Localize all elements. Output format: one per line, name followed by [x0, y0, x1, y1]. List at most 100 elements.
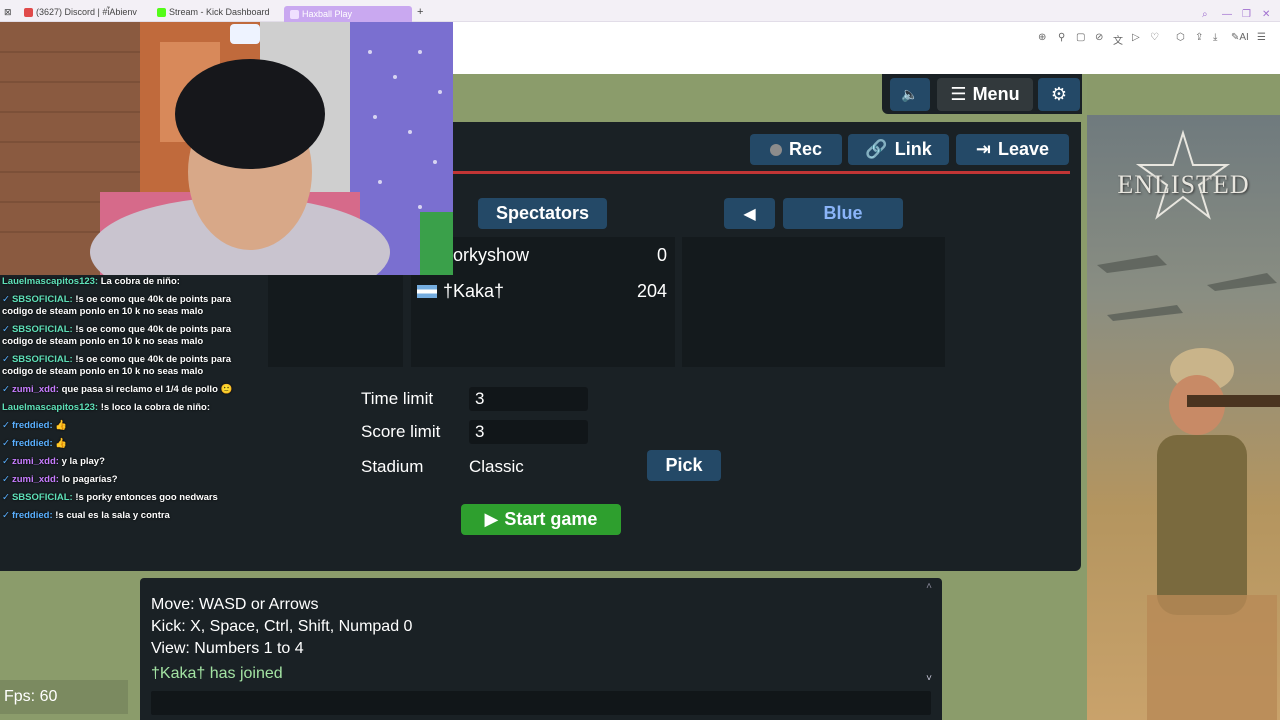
enlisted-advertisement[interactable]: ENLISTED: [1087, 115, 1280, 720]
console-line: Kick: X, Space, Ctrl, Shift, Numpad 0: [151, 618, 413, 635]
player-score: 204: [636, 281, 667, 301]
leave-label: Leave: [998, 139, 1050, 159]
ai-icon[interactable]: ✎AI: [1231, 32, 1249, 43]
link-label: Link: [894, 139, 932, 159]
stadium-label: Stadium: [361, 457, 424, 476]
link-icon: 🔗: [865, 139, 888, 159]
red-divider: [453, 171, 1070, 174]
player-name[interactable]: orkyshow: [453, 245, 529, 266]
blue-team-list: [682, 237, 945, 367]
blue-team-header-button[interactable]: Blue: [783, 198, 903, 229]
time-limit-label: Time limit: [361, 389, 434, 408]
chat-message: Lauelmascapitos123: La cobra de niño:: [2, 276, 262, 288]
play-icon: ▶: [484, 509, 499, 529]
new-tab-button[interactable]: +: [417, 4, 423, 20]
haxball-icon: [290, 9, 299, 19]
speaker-icon: 🔈: [901, 86, 919, 102]
chat-text: 👍: [55, 438, 68, 449]
chat-text: lo pagarías?: [61, 474, 118, 485]
chat-user: freddied:: [11, 438, 53, 449]
window-menu-icon[interactable]: ⊠: [4, 4, 12, 20]
chat-user: SBSOFICIAL:: [11, 294, 73, 305]
chat-text: que pasa si reclamo el 1/4 de pollo 🙂: [61, 384, 233, 395]
player-name: †Kaka†: [443, 281, 505, 301]
verified-icon: ✓: [2, 456, 10, 467]
sound-button[interactable]: 🔈: [890, 78, 930, 111]
fps-counter: Fps: 60: [0, 680, 128, 714]
chat-message: Lauelmascapitos123: !s loco la cobra de …: [2, 402, 262, 414]
minimize-icon[interactable]: —: [1222, 9, 1232, 20]
scroll-down-icon[interactable]: ˅: [926, 673, 932, 684]
maximize-icon[interactable]: ❐: [1242, 9, 1251, 20]
verified-icon: ✓: [2, 474, 10, 485]
heart-icon[interactable]: ♡: [1150, 32, 1159, 43]
chat-user: SBSOFICIAL:: [11, 354, 73, 365]
play-icon[interactable]: ▷: [1132, 32, 1140, 43]
chat-text: !s cual es la sala y contra: [55, 510, 170, 521]
score-limit-label: Score limit: [361, 422, 441, 441]
tab-discord[interactable]: (3627) Discord | #ἶAbienv: [24, 4, 137, 20]
chat-text: !s porky entonces goo nedwars: [75, 492, 218, 503]
move-to-left-button[interactable]: ◀: [724, 198, 775, 229]
verified-icon: ✓: [2, 438, 10, 449]
extensions-icon[interactable]: ⬡: [1176, 32, 1185, 43]
webcam-overlay: [0, 22, 453, 275]
chat-message: ✓ SBSOFICIAL: !s oe como que 40k de point…: [2, 354, 262, 378]
share-icon[interactable]: ⇪: [1195, 32, 1203, 43]
console-line: View: Numbers 1 to 4: [151, 640, 304, 657]
stadium-value: Classic: [469, 457, 524, 476]
chat-user: Lauelmascapitos123:: [2, 276, 99, 287]
player-score: 0: [656, 245, 667, 265]
verified-icon: ✓: [2, 294, 10, 305]
chat-user: freddied:: [11, 420, 53, 431]
block-icon[interactable]: ⊘: [1095, 32, 1103, 43]
bookmark-icon[interactable]: ⚲: [1058, 32, 1065, 43]
zoom-icon[interactable]: ⊕: [1038, 32, 1046, 43]
leave-button[interactable]: ⇥ Leave: [956, 134, 1069, 165]
chat-input[interactable]: [151, 691, 931, 715]
time-limit-input[interactable]: 3: [469, 387, 588, 411]
kick-icon: [157, 7, 166, 17]
menu-button[interactable]: ☰ Menu: [937, 78, 1033, 111]
game-console: Move: WASD or Arrows Kick: X, Space, Ctr…: [140, 578, 942, 720]
chat-user: SBSOFICIAL:: [11, 324, 73, 335]
start-game-button[interactable]: ▶ Start game: [461, 504, 621, 535]
download-icon[interactable]: ⤓: [1213, 32, 1217, 43]
spectators-header-button[interactable]: Spectators: [478, 198, 607, 229]
tab-discord-label: (3627) Discord | #ἶAbienv: [36, 7, 137, 17]
console-line: Move: WASD or Arrows: [151, 596, 319, 613]
verified-icon: ✓: [2, 384, 10, 395]
link-button[interactable]: 🔗 Link: [848, 134, 949, 165]
record-icon: [769, 143, 782, 156]
chat-message: ✓ zumi_xdd: y la play?: [2, 456, 262, 468]
menu-label: Menu: [972, 84, 1020, 104]
tab-haxball[interactable]: Haxball Play: [284, 6, 412, 22]
webcam-image: [0, 22, 453, 275]
chat-message: ✓ SBSOFICIAL: !s oe como que 40k de point…: [2, 324, 262, 348]
argentina-flag-icon: [417, 285, 437, 298]
translate-icon[interactable]: 文: [1113, 32, 1123, 47]
scroll-up-icon[interactable]: ˄: [926, 581, 932, 592]
tab-kick[interactable]: Stream - Kick Dashboard: [157, 4, 270, 20]
chat-text: 👍: [55, 420, 68, 431]
rec-button[interactable]: Rec: [750, 134, 842, 165]
gear-icon: ⚙: [1050, 84, 1068, 104]
start-game-label: Start game: [504, 509, 598, 529]
chat-text: La cobra de niño:: [100, 276, 180, 287]
verified-icon: ✓: [2, 492, 10, 503]
menu-icon[interactable]: ☰: [1257, 32, 1266, 43]
verified-icon: ✓: [2, 510, 10, 521]
chat-user: zumi_xdd:: [11, 384, 59, 395]
score-limit-input[interactable]: 3: [469, 420, 588, 444]
screenshot-icon[interactable]: ▢: [1076, 32, 1085, 43]
chat-user: SBSOFICIAL:: [11, 492, 73, 503]
chat-message: ✓ SBSOFICIAL: !s oe como que 40k de point…: [2, 294, 262, 318]
pick-stadium-button[interactable]: Pick: [647, 450, 721, 481]
player-row[interactable]: †Kaka†: [417, 281, 504, 302]
chat-text: !s loco la cobra de niño:: [100, 402, 211, 413]
discord-icon: [24, 7, 33, 17]
leave-icon: ⇥: [975, 139, 992, 159]
settings-button[interactable]: ⚙: [1038, 78, 1080, 111]
close-icon[interactable]: ✕: [1262, 9, 1270, 20]
search-icon[interactable]: ⌕: [1202, 9, 1208, 20]
